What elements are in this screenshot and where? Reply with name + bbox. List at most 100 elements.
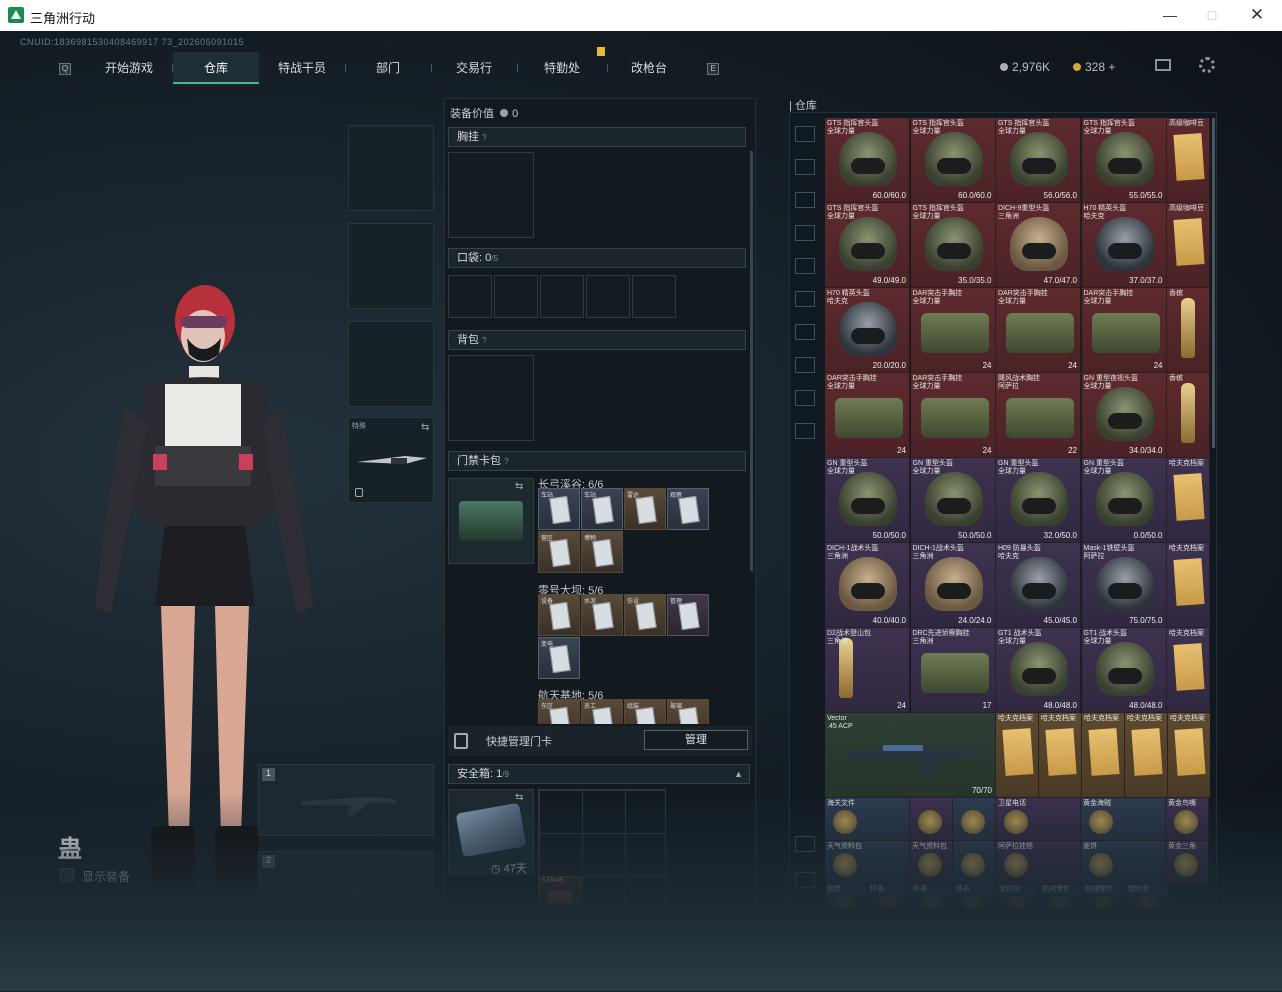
warehouse-item[interactable]: 姜饼 <box>1081 841 1166 884</box>
warehouse-item[interactable] <box>953 841 996 884</box>
chest-rig-slot[interactable] <box>448 152 534 238</box>
close-button[interactable]: ✕ <box>1237 4 1277 26</box>
add-friend-button[interactable]: + <box>1114 958 1142 986</box>
warehouse-item[interactable]: 机械零件 <box>1083 884 1126 923</box>
swap-icon[interactable]: ⇆ <box>515 481 523 492</box>
warehouse-item[interactable]: DAR突击手胸挂 全球力量 24 <box>1081 288 1167 373</box>
warehouse-item[interactable]: 卫星电话 <box>996 798 1081 841</box>
warehouse-item[interactable]: GT1 战术头盔 全球力量 48.0/48.0 <box>996 628 1081 713</box>
friends-icon[interactable]: ♟ 1 <box>1062 964 1081 978</box>
keycard-item[interactable]: 员工 <box>581 699 623 724</box>
warehouse-item[interactable]: GN 重型夜视头盔 全球力量 34.0/34.0 <box>1081 373 1167 458</box>
flag-icon[interactable] <box>1016 965 1030 981</box>
warehouse-item[interactable]: 飓风战术胸挂 阿萨拉 22 <box>996 373 1081 458</box>
keycard-item[interactable]: 管理 <box>667 594 709 636</box>
warehouse-item[interactable]: GN 重型头盔 全球力量 0.0/50.0 <box>1081 458 1167 543</box>
keycard-item[interactable]: 变电 <box>538 637 580 679</box>
warehouse-item[interactable]: 哈夫克档案 <box>1167 628 1210 713</box>
backpack-slot[interactable] <box>448 355 534 441</box>
warehouse-item[interactable]: 怀表 <box>954 884 997 923</box>
pocket-slot[interactable] <box>586 275 630 318</box>
warehouse-item[interactable]: 哈夫克档案 <box>1167 543 1210 628</box>
keycard-item[interactable]: 仿设 <box>624 594 666 636</box>
keycard-item[interactable]: 车站 <box>581 488 623 530</box>
keycard-item[interactable]: 设备 <box>538 594 580 636</box>
tab-department[interactable]: 部门 <box>345 52 431 84</box>
tab-special-ops[interactable]: 特勤处 <box>517 52 607 84</box>
warehouse-item[interactable]: H09 防暴头盔 哈夫克 45.0/45.0 <box>996 543 1081 628</box>
warehouse-item[interactable]: DAR突击手胸挂 全球力量 24 <box>910 373 996 458</box>
keycard-item[interactable]: 水泥 <box>581 594 623 636</box>
filter-icon[interactable] <box>795 357 815 373</box>
warehouse-item[interactable]: DAR突击手胸挂 全球力量 24 <box>910 288 996 373</box>
warehouse-item[interactable] <box>953 798 996 841</box>
warehouse-item[interactable]: 天气资料包 <box>910 841 953 884</box>
warehouse-item[interactable]: H70 精英头盔 哈夫克 20.0/20.0 <box>825 288 910 373</box>
keycard-item[interactable]: 博物 <box>581 531 623 573</box>
warehouse-item[interactable]: 黄金鸟嘴 <box>1166 798 1209 841</box>
warehouse-home-icon[interactable] <box>795 126 815 142</box>
show-gear-checkbox[interactable] <box>60 868 74 882</box>
minimize-button[interactable]: — <box>1150 4 1190 26</box>
swap-icon[interactable]: ⇆ <box>515 792 523 803</box>
keycard-item[interactable]: 营区 <box>538 531 580 573</box>
add-friend-button[interactable]: + <box>1152 958 1180 986</box>
list-icon[interactable] <box>157 908 167 918</box>
warehouse-item[interactable]: 阿萨拉挂毯 <box>996 841 1081 884</box>
filter-icon[interactable] <box>795 324 815 340</box>
sort-all-hint[interactable]: Ctrl F 整理全部 <box>158 966 222 979</box>
nav-next-key-icon[interactable]: E <box>707 63 719 75</box>
warehouse-item[interactable]: 高级咖啡豆 <box>1167 118 1210 203</box>
pin-icon[interactable]: ▲ <box>734 765 743 783</box>
warehouse-item[interactable]: 黄金三角 <box>1166 841 1209 884</box>
scrollbar[interactable] <box>750 151 753 571</box>
pocket-slot[interactable] <box>448 275 492 318</box>
warehouse-item[interactable]: 高级咖啡豆 <box>1167 203 1210 288</box>
warehouse-item[interactable]: DAR突击手胸挂 全球力量 24 <box>996 288 1081 373</box>
warehouse-item[interactable]: 黄金海贼 <box>1081 798 1166 841</box>
warehouse-item[interactable]: GN 重型头盔 全球力量 50.0/50.0 <box>910 458 996 543</box>
warehouse-item[interactable]: 怀表 <box>911 884 954 923</box>
filter-icon[interactable] <box>795 192 815 208</box>
filter-icon[interactable] <box>795 159 815 175</box>
gear-icon[interactable] <box>795 423 815 439</box>
warehouse-item[interactable]: 定位仪 <box>997 884 1040 923</box>
primary-weapon-slot[interactable]: 1 <box>258 764 434 836</box>
warehouse-item[interactable]: D2战术登山包 三角洲 24 <box>825 628 910 713</box>
warehouse-item[interactable]: 哈夫克档案 <box>1125 713 1168 798</box>
warehouse-item[interactable]: DRC先进侦察胸挂 三角洲 17 <box>910 628 996 713</box>
tab-gunsmith[interactable]: 改枪台 <box>607 52 691 84</box>
keycard-item[interactable]: 车站 <box>538 488 580 530</box>
warehouse-item[interactable]: 天气资料包 <box>825 841 910 884</box>
warehouse-scrollbar[interactable] <box>1212 118 1215 448</box>
warehouse-item[interactable]: 塑料壶 <box>1126 884 1169 923</box>
warehouse-item[interactable]: GTS 指挥官头盔 全球力量 60.0/60.0 <box>825 118 910 203</box>
avatar[interactable] <box>1190 957 1222 989</box>
warehouse-item[interactable]: 香槟 <box>1167 288 1210 373</box>
tools-icon[interactable] <box>795 908 815 924</box>
warehouse-item[interactable]: 哈夫克档案 <box>1167 458 1210 543</box>
sort-icon[interactable] <box>795 836 815 852</box>
maximize-button[interactable]: □ <box>1192 4 1232 26</box>
warehouse-item[interactable]: DICH-9重型头盔 三角洲 47.0/47.0 <box>996 203 1081 288</box>
warehouse-item[interactable]: 海关文件 <box>825 798 910 841</box>
ammo-item[interactable]: 5.56x45 30 <box>539 876 581 917</box>
warehouse-item[interactable]: 哈夫克档案 <box>1082 713 1125 798</box>
pistol-slot[interactable] <box>348 321 434 407</box>
warehouse-item[interactable] <box>910 798 953 841</box>
warehouse-item[interactable]: GTS 指挥官头盔 全球力量 49.0/49.0 <box>825 203 910 288</box>
warehouse-item[interactable]: 怀表 <box>868 884 911 923</box>
keycard-pack-slot[interactable]: ⇆ <box>448 478 534 564</box>
keycard-item[interactable]: 雷达 <box>624 488 666 530</box>
settings-gear-icon[interactable] <box>1199 57 1215 73</box>
warehouse-item[interactable]: GTS 指挥官头盔 全球力量 35.0/35.0 <box>910 203 996 288</box>
tab-warehouse[interactable]: 仓库 <box>173 52 259 84</box>
warehouse-item[interactable]: 胶带 <box>825 884 868 923</box>
warehouse-item[interactable]: GTS 指挥官头盔 全球力量 55.0/55.0 <box>1081 118 1167 203</box>
manage-keycards-button[interactable]: 管理 <box>644 730 748 750</box>
filter-icon[interactable] <box>795 225 815 241</box>
warehouse-item[interactable]: 机械零件 <box>1040 884 1083 923</box>
armor-slot[interactable] <box>348 223 434 309</box>
warehouse-grid[interactable]: GTS 指挥官头盔 全球力量 60.0/60.0 GTS 指挥官头盔 全球力量 60.0/… <box>825 118 1210 923</box>
warehouse-item[interactable]: DICH-1战术头盔 三角洲 24.0/24.0 <box>910 543 996 628</box>
